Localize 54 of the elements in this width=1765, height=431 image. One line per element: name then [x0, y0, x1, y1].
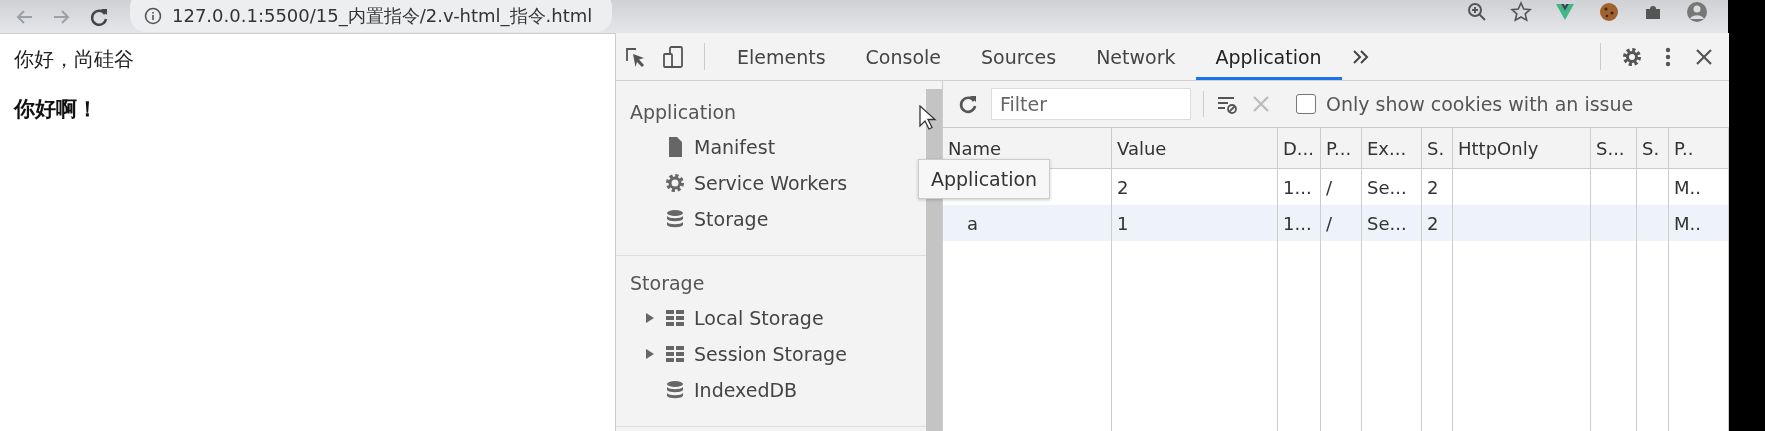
table-cell: a — [943, 205, 1112, 241]
inspect-icon[interactable] — [624, 45, 646, 68]
profile-icon[interactable] — [1686, 0, 1708, 23]
column-header[interactable]: S. — [1637, 128, 1669, 168]
sidebar-item[interactable]: Session Storage — [694, 343, 847, 365]
filter-field[interactable]: Filter — [991, 88, 1191, 120]
sidebar-heading: Storage — [630, 272, 705, 294]
database-icon — [664, 379, 686, 401]
devtools-tab[interactable]: Sources — [961, 36, 1077, 80]
column-header[interactable]: S. — [1422, 128, 1453, 168]
column-header[interactable]: Ex... — [1362, 128, 1422, 168]
greeting-text: 你好，尚硅谷 — [14, 46, 134, 73]
gear-icon — [664, 172, 686, 194]
zoom-icon[interactable] — [1466, 0, 1488, 23]
column-header[interactable]: P... — [1321, 128, 1362, 168]
grid-icon — [664, 307, 686, 329]
sidebar-item[interactable]: IndexedDB — [694, 379, 798, 401]
column-header[interactable]: S... — [1591, 128, 1637, 168]
table-cell: Se... — [1362, 205, 1422, 241]
sidebar-item[interactable]: Manifest — [694, 136, 776, 158]
grid-icon — [664, 343, 686, 365]
devtools-tab[interactable]: Elements — [717, 36, 846, 80]
sidebar-item[interactable]: Local Storage — [694, 307, 824, 329]
column-header[interactable]: P.. — [1669, 128, 1729, 168]
checkbox-label[interactable]: Only show cookies with an issue — [1326, 93, 1634, 115]
devtools-tab[interactable]: Network — [1076, 36, 1196, 80]
collapsed-arrow-icon[interactable] — [644, 312, 656, 324]
column-header[interactable]: D... — [1278, 128, 1321, 168]
table-cell: 1 — [1112, 205, 1278, 241]
table-cell: 2 — [1422, 205, 1453, 241]
checkbox[interactable] — [1296, 94, 1316, 114]
sidebar-heading: Application — [630, 101, 737, 123]
devtools-tab[interactable]: Console — [845, 36, 961, 80]
device-icon[interactable] — [662, 45, 684, 68]
sidebar-item[interactable]: Storage — [694, 208, 769, 230]
table-cell: 1... — [1278, 205, 1321, 241]
refresh-icon[interactable] — [957, 93, 979, 115]
heading-text: 你好啊！ — [14, 96, 98, 123]
collapsed-arrow-icon[interactable] — [644, 348, 656, 360]
sidebar-item[interactable]: Service Workers — [694, 172, 848, 194]
column-header[interactable]: HttpOnly — [1453, 128, 1591, 168]
star-icon[interactable] — [1510, 0, 1532, 23]
tooltip: Application — [918, 159, 1051, 199]
table-cell: M.. — [1669, 205, 1729, 241]
table-cell: / — [1321, 205, 1362, 241]
address-bar[interactable]: 127.0.0.1:5500/15_内置指令/2.v-html_指令.html — [130, 0, 613, 32]
cookie-icon[interactable] — [1598, 0, 1620, 23]
mouse-pointer-icon — [919, 105, 937, 131]
database-icon — [664, 208, 686, 230]
settings-icon[interactable] — [1621, 45, 1643, 68]
url-text: 127.0.0.1:5500/15_内置指令/2.v-html_指令.html — [172, 3, 593, 28]
more-options-icon[interactable] — [1665, 45, 1671, 68]
info-icon — [144, 6, 162, 25]
column-header[interactable]: Value — [1112, 128, 1278, 168]
